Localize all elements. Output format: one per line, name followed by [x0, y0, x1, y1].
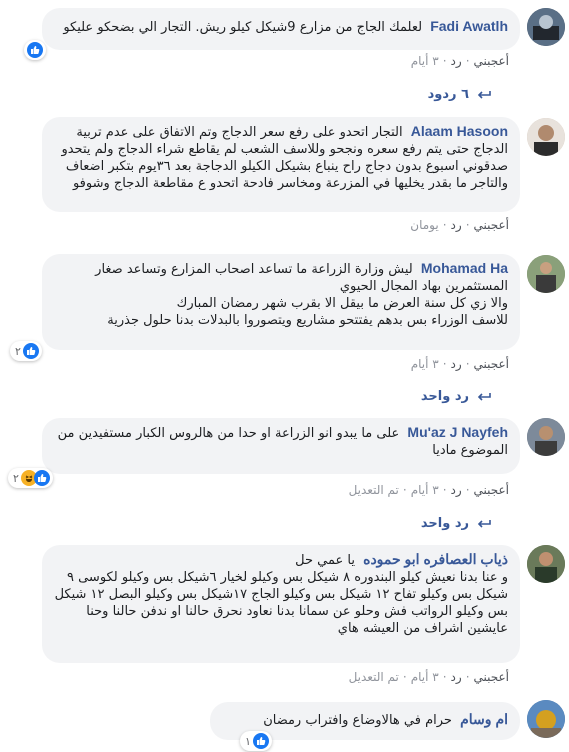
- avatar[interactable]: [527, 8, 565, 46]
- avatar-photo: [527, 118, 565, 156]
- timestamp[interactable]: يومان: [410, 218, 438, 232]
- like-icon: [33, 470, 50, 486]
- avatar-photo: [527, 8, 565, 46]
- comment-actions: أعجبني·رد·٣ أيام: [410, 357, 509, 371]
- view-replies-toggle[interactable]: ٦ ردود: [428, 87, 491, 102]
- comment-text: لعلمك الجاج من مزارع 9شيكل كيلو ريش. الت…: [63, 20, 423, 35]
- replies-label: رد واحد: [420, 389, 469, 404]
- avatar-photo: [527, 545, 565, 583]
- reply-link[interactable]: رد: [451, 483, 462, 497]
- timestamp[interactable]: ٣ أيام: [411, 54, 439, 68]
- like-icon: [252, 733, 269, 749]
- reply-link[interactable]: رد: [451, 670, 462, 684]
- comment-text-line: للاسف الوزراء بس بدهم يفتتحو مشاريع ويتص…: [107, 313, 508, 328]
- reply-link[interactable]: رد: [451, 218, 462, 232]
- reaction-badge[interactable]: ١: [240, 731, 272, 751]
- edited-label[interactable]: تم التعديل: [349, 483, 399, 497]
- comment-actions: أعجبني·رد·٣ أيام·تم التعديل: [348, 483, 509, 497]
- like-link[interactable]: أعجبني: [474, 54, 509, 68]
- comment-bubble: ذياب العصافره ابو حموده يا عمي حل و عنا …: [42, 545, 520, 663]
- avatar[interactable]: [527, 545, 565, 583]
- reaction-count: ٢: [13, 471, 19, 485]
- comment-text-line: يا عمي حل: [295, 553, 355, 568]
- comment-bubble: Alaam Hasoon التجار اتحدو على رفع سعر ال…: [42, 117, 520, 212]
- comment-text-line: والا زي كل سنة العرض ما بيقل الا بقرب شه…: [176, 296, 508, 311]
- like-icon: [27, 42, 43, 58]
- reply-link[interactable]: رد: [451, 357, 462, 371]
- like-link[interactable]: أعجبني: [474, 483, 509, 497]
- reaction-count: ٢: [15, 344, 21, 358]
- avatar-photo: [527, 418, 565, 456]
- comment-actions: أعجبني·رد·٣ أيام: [410, 54, 509, 68]
- comment-bubble: Mohamad Ha ليش وزارة الزراعة ما تساعد اص…: [42, 254, 520, 350]
- like-link[interactable]: أعجبني: [474, 670, 509, 684]
- reply-arrow-icon: [477, 519, 491, 528]
- comment-author[interactable]: Alaam Hasoon: [411, 123, 508, 139]
- timestamp[interactable]: ٣ أيام: [411, 670, 439, 684]
- comment-author[interactable]: ام وسام: [460, 711, 508, 727]
- avatar[interactable]: [527, 700, 565, 738]
- reply-link[interactable]: رد: [451, 54, 462, 68]
- reaction-badge[interactable]: ٢: [8, 468, 53, 488]
- timestamp[interactable]: ٣ أيام: [411, 483, 439, 497]
- reaction-badge[interactable]: [24, 40, 46, 60]
- like-link[interactable]: أعجبني: [474, 357, 509, 371]
- comment-author[interactable]: Mu'az J Nayfeh: [407, 424, 508, 440]
- like-icon: [22, 343, 39, 359]
- replies-label: ٦ ردود: [427, 87, 469, 102]
- avatar[interactable]: [527, 255, 565, 293]
- reply-arrow-icon: [477, 392, 491, 401]
- comment-text: حرام في هالاوضاع وافتراب رمضان: [263, 713, 452, 728]
- reply-arrow-icon: [477, 90, 491, 99]
- comment-actions: أعجبني·رد·٣ أيام·تم التعديل: [348, 670, 509, 684]
- avatar-photo: [527, 255, 565, 293]
- like-link[interactable]: أعجبني: [474, 218, 509, 232]
- comment-bubble: Fadi Awatlh لعلمك الجاج من مزارع 9شيكل ك…: [42, 8, 520, 50]
- comment-text-line: و عنا بدنا نعيش كيلو البندوره ٨ شيكل بس …: [54, 570, 508, 636]
- view-replies-toggle[interactable]: رد واحد: [421, 516, 491, 531]
- timestamp[interactable]: ٣ أيام: [411, 357, 439, 371]
- avatar[interactable]: [527, 118, 565, 156]
- comment-author[interactable]: Fadi Awatlh: [430, 18, 508, 34]
- avatar-photo: [527, 700, 565, 738]
- comment-actions: أعجبني·رد·يومان: [410, 218, 509, 232]
- view-replies-toggle[interactable]: رد واحد: [421, 389, 491, 404]
- replies-label: رد واحد: [420, 516, 469, 531]
- comment-author[interactable]: Mohamad Ha: [421, 260, 508, 276]
- avatar[interactable]: [527, 418, 565, 456]
- comment-author[interactable]: ذياب العصافره ابو حموده: [363, 551, 508, 567]
- reaction-count: ١: [245, 734, 251, 748]
- edited-label[interactable]: تم التعديل: [349, 670, 399, 684]
- reaction-badge[interactable]: ٢: [10, 341, 42, 361]
- comment-bubble: Mu'az J Nayfeh على ما يبدو انو الزراعة ا…: [42, 418, 520, 474]
